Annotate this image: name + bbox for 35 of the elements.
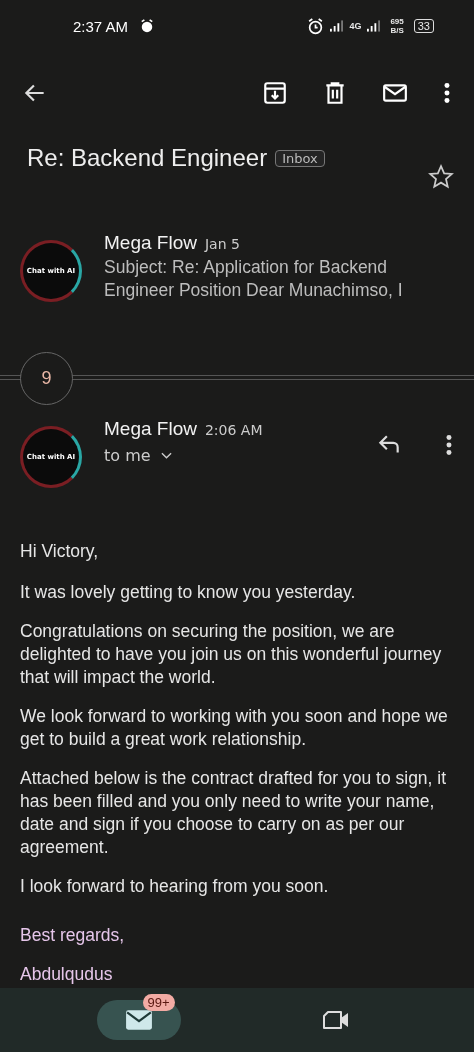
signal-icon (330, 20, 344, 32)
alarm-icon (140, 19, 155, 33)
speed-value: 695 (390, 17, 404, 26)
body-paragraph: Abdulqudus (20, 963, 114, 986)
inbox-label[interactable]: Inbox (275, 149, 325, 167)
mail-tab[interactable] (96, 1000, 181, 1040)
archive-icon[interactable] (262, 80, 288, 106)
message-time: 2:06 AM (204, 422, 263, 438)
hidden-messages-count[interactable]: 9 (20, 351, 73, 405)
unread-badge: 99+ (142, 994, 175, 1011)
battery-indicator: 33 (413, 19, 434, 33)
more-options-icon[interactable] (444, 432, 454, 458)
body-paragraph: Hi Victory, (20, 540, 100, 563)
star-icon[interactable] (428, 164, 454, 190)
expand-chevron-icon[interactable] (160, 451, 172, 460)
body-paragraph: Attached below is the contract drafted for you to sign, it has been filled and you only need to write your name, date and sign if you choose to carry on as per our agreement. (20, 767, 448, 859)
sender-name: Mega Flow (104, 232, 197, 254)
status-time: 2:37 AM (73, 17, 129, 35)
message-snippet: Subject: Re: Application for Backend Engineer Position Dear Munachimso, I (104, 256, 404, 302)
network-type: 4G (349, 21, 362, 31)
signal-icon (367, 20, 381, 32)
message-date: Jan 5 (204, 236, 240, 252)
sender-name: Mega Flow (104, 418, 197, 440)
subject-title: Re: Backend Engineer (27, 144, 268, 172)
body-paragraph: It was lovely getting to know you yesterday. (20, 581, 357, 604)
mail-icon (124, 1009, 153, 1031)
body-paragraph: I look forward to hearing from you soon. (20, 875, 330, 898)
more-options-icon[interactable] (442, 80, 452, 106)
body-paragraph: Best regards, (20, 924, 126, 947)
alarm-icon (307, 17, 325, 35)
recipient-text: to me (104, 446, 151, 465)
speed-unit: B/S (390, 26, 404, 35)
body-paragraph: We look forward to working with you soon and hope we get to build a great work relationship. (20, 705, 449, 751)
video-camera-icon (321, 1009, 350, 1031)
body-paragraph: Congratulations on securing the position, we are delighted to have you join us on this wonderful journey that will impact the world. (20, 620, 443, 689)
